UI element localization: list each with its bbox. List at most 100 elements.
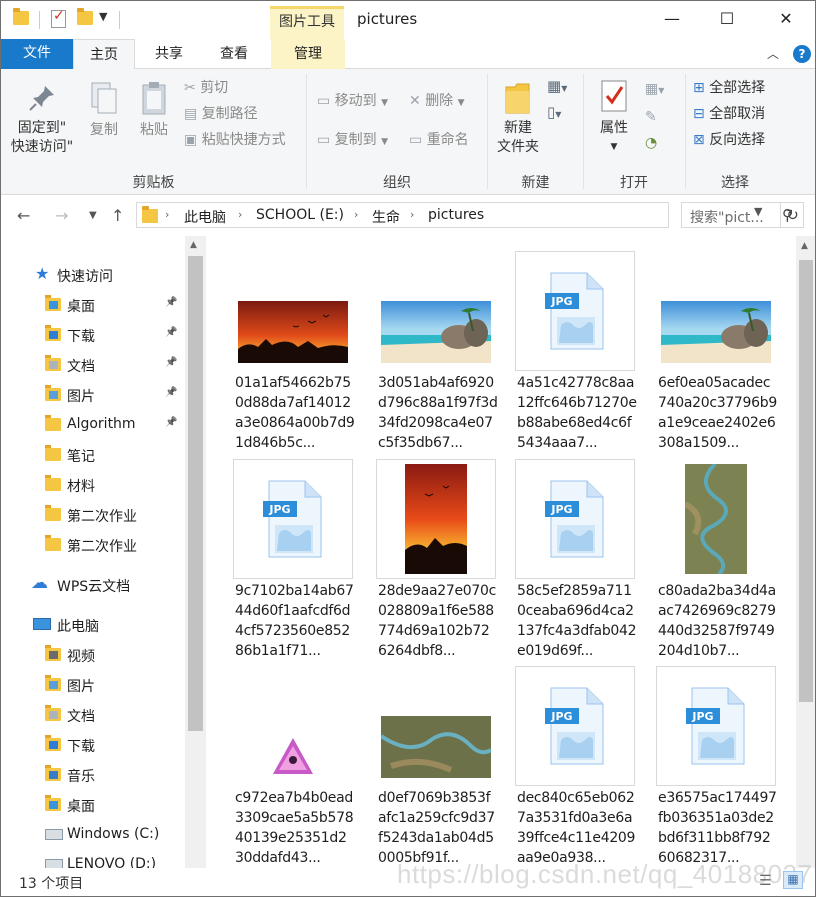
copy-path-label: 复制路径 — [201, 106, 258, 122]
dropdown-arrow-icon: ▼ — [381, 137, 389, 147]
properties-quick-icon[interactable] — [51, 8, 66, 28]
new-folder-label-line2: 文件夹 — [497, 139, 539, 155]
pin-icon[interactable]: 📌 — [165, 327, 177, 338]
svg-text:JPG: JPG — [691, 710, 713, 723]
copy-to-icon: ▭ — [317, 132, 331, 148]
copy-path-icon: ▤ — [184, 106, 198, 122]
scroll-up-icon[interactable]: ▲ — [190, 240, 197, 250]
select-all-button[interactable]: ⊞ 全部选择 — [693, 77, 765, 99]
pin-icon[interactable]: 📌 — [165, 417, 177, 428]
file-thumbnail: JPG — [515, 666, 635, 786]
close-button[interactable]: ✕ — [771, 9, 801, 31]
file-item[interactable]: JPG 4a51c42778c8aa12ffc646b71270eb88abe68… — [515, 251, 637, 456]
pin-to-quick-access-button[interactable]: 固定到" 快速访问" — [7, 83, 77, 157]
rename-button[interactable]: ▭ 重命名 — [409, 129, 469, 151]
pin-icon[interactable]: 📌 — [165, 297, 177, 308]
content-scrollbar-thumb[interactable] — [799, 260, 813, 702]
copy-to-button[interactable]: ▭ 复制到 ▼ — [317, 129, 388, 151]
download-folder-icon — [45, 735, 61, 751]
file-item[interactable]: 01a1af54662b750d88da7af14012a3e0864a00b7… — [233, 251, 355, 456]
new-folder-button[interactable]: 新建 文件夹 — [493, 79, 543, 157]
content-scrollbar[interactable]: ▲ — [796, 236, 815, 868]
copy-icon — [91, 82, 117, 114]
move-to-button[interactable]: ▭ 移动到 ▼ — [317, 90, 388, 112]
window-title: pictures — [357, 10, 418, 28]
history-icon[interactable]: ◔ — [645, 135, 657, 151]
file-item[interactable]: d0ef7069b3853fafc1a259cfc9d37f5243da1ab0… — [376, 666, 496, 868]
file-item[interactable]: 6ef0ea05acadec740a20c37796b9a1e9ceae2402… — [656, 251, 777, 456]
pictures-folder-icon — [45, 385, 61, 401]
nav-scrollbar[interactable]: ▲ — [185, 236, 206, 868]
nav-item-label: 下载 — [67, 739, 95, 755]
tab-home[interactable]: 主页 — [73, 39, 135, 70]
new-folder-quick-icon[interactable] — [77, 8, 93, 25]
file-item[interactable]: JPG 58c5ef2859a7110ceaba696d4ca2137fc4a3d… — [515, 459, 637, 664]
file-item[interactable]: JPG e36575ac174497fb036351a03de2bd6f311bb… — [656, 666, 777, 868]
delete-button[interactable]: ✕ 删除 ▼ — [409, 90, 465, 112]
paste-button[interactable]: 粘贴 — [131, 81, 177, 140]
folder-icon — [142, 206, 158, 223]
tab-manage[interactable]: 管理 — [271, 39, 345, 69]
tab-view[interactable]: 查看 — [206, 39, 262, 69]
breadcrumb-pictures[interactable]: pictures — [428, 207, 484, 223]
breadcrumb-this-pc[interactable]: 此电脑 — [184, 207, 226, 227]
nav-item-label: 第二次作业 — [67, 539, 137, 555]
details-view-icon[interactable]: ☰ — [759, 873, 772, 889]
file-item[interactable]: 28de9aa27e070c028809a1f6e588774d69a102b7… — [376, 459, 496, 664]
group-label-new: 新建 — [521, 175, 550, 191]
select-none-button[interactable]: ⊟ 全部取消 — [693, 103, 765, 125]
help-icon[interactable]: ? — [793, 45, 811, 63]
easy-access-icon[interactable]: ▯▼ — [547, 103, 561, 121]
maximize-button[interactable]: ☐ — [712, 9, 742, 31]
nav-item-label: 桌面 — [67, 799, 95, 815]
minimize-button[interactable]: — — [657, 9, 687, 31]
copy-button[interactable]: 复制 — [83, 81, 125, 140]
ribbon-tabs: 文件 主页 共享 查看 管理 ︿ ? — [1, 39, 815, 70]
search-icon[interactable]: ⚲ — [782, 206, 793, 224]
invert-selection-button[interactable]: ⊠ 反向选择 — [693, 129, 765, 151]
tab-share[interactable]: 共享 — [141, 39, 197, 69]
breadcrumb-school-drive[interactable]: SCHOOL (E:) — [256, 207, 344, 223]
chevron-right-icon[interactable]: › — [354, 208, 358, 221]
group-label-clipboard: 剪贴板 — [132, 175, 175, 191]
chevron-right-icon[interactable]: › — [410, 208, 414, 221]
file-item[interactable]: 3d051ab4af6920d796c88a1f97f3d34fd2098ca4… — [376, 251, 498, 456]
pin-label-line2: 快速访问" — [10, 139, 74, 155]
search-input[interactable]: 搜索"pict... ⚲ — [681, 202, 804, 228]
svg-text:JPG: JPG — [268, 503, 290, 516]
nav-item-label: LENOVO (D:) — [67, 856, 157, 868]
open-icon[interactable]: ▦▼ — [645, 81, 664, 97]
nav-scrollbar-thumb[interactable] — [188, 256, 203, 731]
file-item[interactable]: JPG 9c7102ba14ab6744d60f1aafcdf6d4cf57235… — [233, 459, 354, 664]
new-item-icon[interactable]: ▦▼ — [547, 77, 567, 95]
customize-quick-access-icon[interactable]: ▼ — [99, 10, 107, 23]
rename-icon: ▭ — [409, 132, 423, 148]
file-item[interactable]: c972ea7b4b0ead3309cae5a5b57840139e25351d… — [233, 666, 354, 868]
pin-icon[interactable]: 📌 — [165, 357, 177, 368]
large-icons-view-icon[interactable]: ▦ — [783, 871, 803, 889]
up-arrow-icon[interactable]: ↑ — [111, 206, 124, 225]
file-item[interactable]: JPG dec840c65eb0627a3531fd0a3e6a39ffce4c1… — [515, 666, 635, 868]
forward-arrow-icon[interactable]: → — [55, 206, 68, 225]
properties-button[interactable]: 属性 ▼ — [591, 79, 637, 157]
copy-path-button[interactable]: ▤ 复制路径 — [184, 103, 258, 125]
navigation-pane: ★ 快速访问 桌面 📌 下载 📌 文档 📌 图片 📌 Algorithm 📌 笔记 材料 第二次作业 第二次… — [1, 236, 206, 868]
file-name: 58c5ef2859a7110ceaba696d4ca2137fc4a3dfab… — [517, 583, 637, 659]
edit-icon[interactable]: ✎ — [645, 109, 657, 125]
breadcrumb-life[interactable]: 生命 — [372, 207, 400, 227]
recent-locations-icon[interactable]: ▼ — [89, 210, 97, 221]
documents-folder-icon — [45, 705, 61, 721]
file-item[interactable]: c80ada2ba34d4aac7426969c8279440d32587f97… — [656, 459, 776, 664]
address-bar[interactable]: › 此电脑 › SCHOOL (E:) › 生命 › pictures ▼ ↻ — [136, 202, 799, 228]
collapse-ribbon-icon[interactable]: ︿ — [767, 45, 779, 62]
scroll-up-icon[interactable]: ▲ — [801, 241, 808, 251]
cut-button[interactable]: ✂ 剪切 — [184, 77, 228, 99]
file-thumbnail: JPG — [515, 251, 635, 371]
chevron-right-icon[interactable]: › — [238, 208, 242, 221]
back-arrow-icon[interactable]: ← — [17, 206, 30, 225]
tab-file[interactable]: 文件 — [1, 39, 73, 69]
paste-shortcut-button[interactable]: ▣ 粘贴快捷方式 — [184, 129, 286, 151]
pin-icon[interactable]: 📌 — [165, 387, 177, 398]
chevron-right-icon[interactable]: › — [165, 208, 169, 221]
ribbon: 固定到" 快速访问" 复制 粘贴 ✂ 剪切 ▤ 复制路径 ▣ 粘贴快捷方式 剪贴… — [1, 69, 815, 195]
